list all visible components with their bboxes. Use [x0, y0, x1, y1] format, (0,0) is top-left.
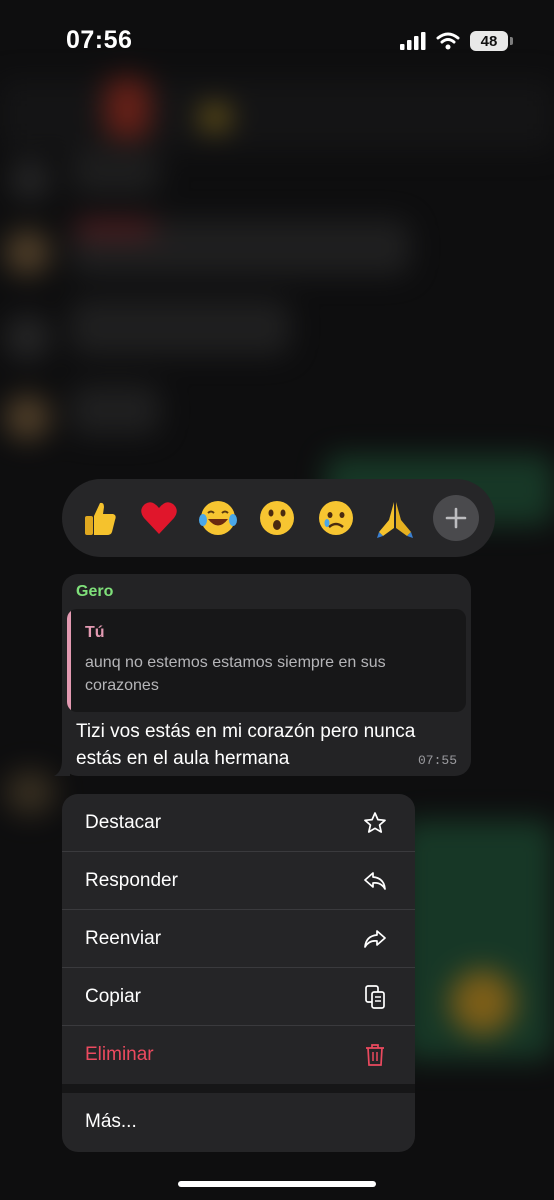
folded-hands-icon	[377, 502, 413, 538]
cellular-signal-icon	[400, 32, 426, 50]
wifi-icon	[436, 32, 460, 50]
status-time: 07:56	[66, 26, 133, 54]
copy-icon	[363, 985, 387, 1009]
tears-of-joy-icon	[199, 501, 237, 535]
status-bar: 07:56 48	[0, 0, 554, 80]
battery-indicator: 48	[470, 31, 513, 51]
thumbs-up-icon	[85, 502, 116, 535]
reply-icon	[363, 869, 387, 893]
plus-icon	[445, 507, 467, 529]
menu-item-eliminar[interactable]: Eliminar	[62, 1026, 415, 1084]
reaction-bar	[62, 479, 495, 557]
bubble-tail	[54, 760, 70, 776]
menu-item-destacar[interactable]: Destacar	[62, 794, 415, 852]
sender-name: Gero	[76, 583, 114, 600]
message-bubble[interactable]: Gero Tú aunq no estemos estamos siempre …	[62, 574, 471, 776]
trash-icon	[363, 1043, 387, 1067]
quote-text: aunq no estemos estamos siempre en sus c…	[85, 654, 386, 694]
context-menu: Destacar Responder Reenviar Copiar Elimi…	[62, 794, 415, 1152]
menu-item-label: Copiar	[85, 986, 141, 1007]
home-indicator[interactable]	[178, 1181, 376, 1187]
quote-accent-bar	[67, 609, 71, 712]
menu-item-label: Responder	[85, 870, 178, 891]
surprised-face-icon	[260, 501, 294, 535]
menu-item-reenviar[interactable]: Reenviar	[62, 910, 415, 968]
quote-author: Tú	[85, 624, 105, 641]
menu-item-copiar[interactable]: Copiar	[62, 968, 415, 1026]
forward-icon	[363, 927, 387, 951]
menu-item-label: Eliminar	[85, 1044, 154, 1065]
more-reactions-button[interactable]	[433, 495, 479, 541]
menu-item-label: Más...	[85, 1111, 137, 1132]
star-icon	[363, 811, 387, 835]
menu-item-label: Destacar	[85, 812, 162, 833]
crying-face-icon	[319, 501, 353, 535]
thumbs-up-reaction[interactable]	[80, 498, 120, 538]
red-heart-icon	[141, 502, 177, 534]
pray-reaction[interactable]	[375, 498, 415, 538]
sad-reaction[interactable]	[316, 498, 356, 538]
menu-item-mas[interactable]: Más...	[62, 1093, 415, 1151]
message-text: Tizi vos estás en mi corazón pero nunca …	[76, 721, 416, 769]
heart-reaction[interactable]	[139, 498, 179, 538]
menu-item-label: Reenviar	[85, 928, 162, 949]
menu-item-responder[interactable]: Responder	[62, 852, 415, 910]
status-icons: 48	[400, 31, 513, 51]
surprised-reaction[interactable]	[257, 498, 297, 538]
message-time: 07:55	[417, 753, 457, 768]
laughing-reaction[interactable]	[198, 498, 238, 538]
battery-level: 48	[480, 32, 498, 50]
menu-section-divider	[62, 1084, 415, 1093]
quoted-message[interactable]: Tú aunq no estemos estamos siempre en su…	[67, 609, 466, 712]
